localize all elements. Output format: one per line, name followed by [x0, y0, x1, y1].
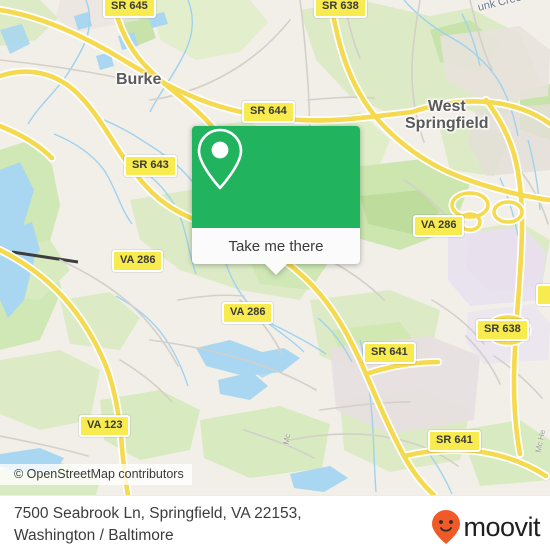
popup-cta-label: Take me there	[228, 237, 324, 255]
route-shield-sr638-top[interactable]: SR 638	[314, 0, 367, 18]
route-shield-sr645[interactable]: SR 645	[103, 0, 156, 18]
route-shield-sr641-lower[interactable]: SR 641	[428, 430, 481, 452]
address-line-1: 7500 Seabrook Ln, Springfield, VA 22153,	[14, 505, 302, 522]
moovit-map-screenshot: Burke West Springfield unk Creek Mc He M…	[0, 0, 550, 550]
route-shield-sr644[interactable]: SR 644	[242, 101, 295, 123]
route-shield-sr643[interactable]: SR 643	[124, 155, 177, 177]
address-block: 7500 Seabrook Ln, Springfield, VA 22153,…	[14, 503, 364, 547]
route-shield-edge-right[interactable]	[536, 284, 550, 306]
footer-bar: 7500 Seabrook Ln, Springfield, VA 22153,…	[0, 495, 550, 550]
popup-cta-button[interactable]: Take me there	[192, 228, 360, 264]
map-attribution[interactable]: © OpenStreetMap contributors	[0, 464, 192, 485]
route-shield-va286-center[interactable]: VA 286	[222, 302, 274, 324]
route-shield-va286-right[interactable]: VA 286	[413, 215, 465, 237]
route-shield-va286-left[interactable]: VA 286	[112, 250, 164, 272]
popup-pointer-tail	[265, 264, 287, 275]
route-shield-va123[interactable]: VA 123	[79, 415, 131, 437]
map-pin-icon	[197, 128, 243, 190]
address-line-2: Washington / Baltimore	[14, 527, 174, 544]
destination-popup-card[interactable]: Take me there	[192, 126, 360, 275]
moovit-wordmark: moovit	[463, 511, 540, 542]
route-shield-sr638-right[interactable]: SR 638	[476, 319, 529, 341]
moovit-pin-icon	[432, 510, 461, 544]
popup-header	[192, 126, 360, 228]
moovit-logo[interactable]: moovit	[431, 509, 540, 545]
map-canvas[interactable]: Burke West Springfield unk Creek Mc He M…	[0, 0, 550, 495]
route-shield-sr641-upper[interactable]: SR 641	[363, 342, 416, 364]
